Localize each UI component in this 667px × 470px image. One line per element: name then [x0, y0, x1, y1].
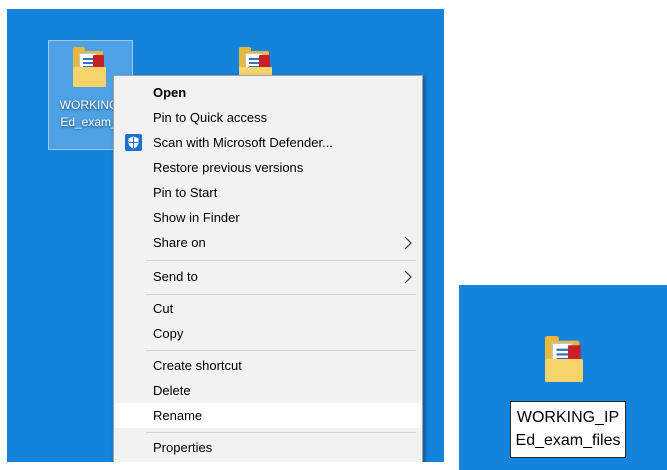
folder-icon[interactable] [545, 336, 584, 382]
menu-item-share-on[interactable]: Share on [115, 230, 421, 255]
menu-item-label: Cut [153, 301, 174, 316]
menu-item-create-shortcut[interactable]: Create shortcut [115, 353, 421, 378]
menu-item-label: Properties [153, 440, 213, 455]
menu-separator [146, 294, 416, 295]
menu-separator [146, 260, 416, 261]
menu-item-label: Create shortcut [153, 358, 242, 373]
chevron-right-icon [404, 236, 412, 250]
menu-item-label: Rename [153, 408, 203, 423]
menu-item-open[interactable]: Open [115, 80, 421, 105]
menu-item-restore-previous-versions[interactable]: Restore previous versions [115, 155, 421, 180]
menu-item-label: Send to [153, 269, 198, 284]
menu-item-label: Copy [153, 326, 184, 341]
menu-separator [146, 432, 416, 433]
menu-item-rename[interactable]: Rename [115, 403, 421, 428]
menu-item-show-in-finder[interactable]: Show in Finder [115, 205, 421, 230]
menu-item-label: Pin to Start [153, 185, 218, 200]
menu-item-send-to[interactable]: Send to [115, 264, 421, 289]
inset-desktop-panel: WORKING_IP Ed_exam_files [459, 285, 667, 470]
context-menu: Open Pin to Quick access Scan with Micro… [113, 75, 423, 462]
menu-item-properties[interactable]: Properties [115, 435, 421, 460]
microsoft-defender-icon [125, 134, 142, 151]
menu-item-label: Open [153, 85, 187, 100]
menu-item-label: Scan with Microsoft Defender... [153, 135, 333, 150]
folder-icon [73, 47, 107, 87]
menu-item-label: Restore previous versions [153, 160, 304, 175]
menu-item-pin-to-quick-access[interactable]: Pin to Quick access [115, 105, 421, 130]
rename-field-line2: Ed_exam_files [515, 432, 621, 449]
menu-item-copy[interactable]: Copy [115, 321, 421, 346]
menu-item-delete[interactable]: Delete [115, 378, 421, 403]
menu-item-label: Delete [153, 383, 191, 398]
folder-rename-field[interactable]: WORKING_IP Ed_exam_files [510, 401, 626, 458]
chevron-right-icon [404, 270, 412, 284]
menu-separator [146, 350, 416, 351]
menu-item-pin-to-start[interactable]: Pin to Start [115, 180, 421, 205]
menu-item-label: Show in Finder [153, 210, 240, 225]
menu-item-scan-with-defender[interactable]: Scan with Microsoft Defender... [115, 130, 421, 155]
menu-item-label: Share on [153, 235, 206, 250]
menu-item-label: Pin to Quick access [153, 110, 268, 125]
rename-field-line1: WORKING_IP [516, 409, 620, 426]
desktop-panel: WORKING Ed_exam_ Open Pin to Quick acces… [7, 9, 444, 462]
menu-item-cut[interactable]: Cut [115, 296, 421, 321]
